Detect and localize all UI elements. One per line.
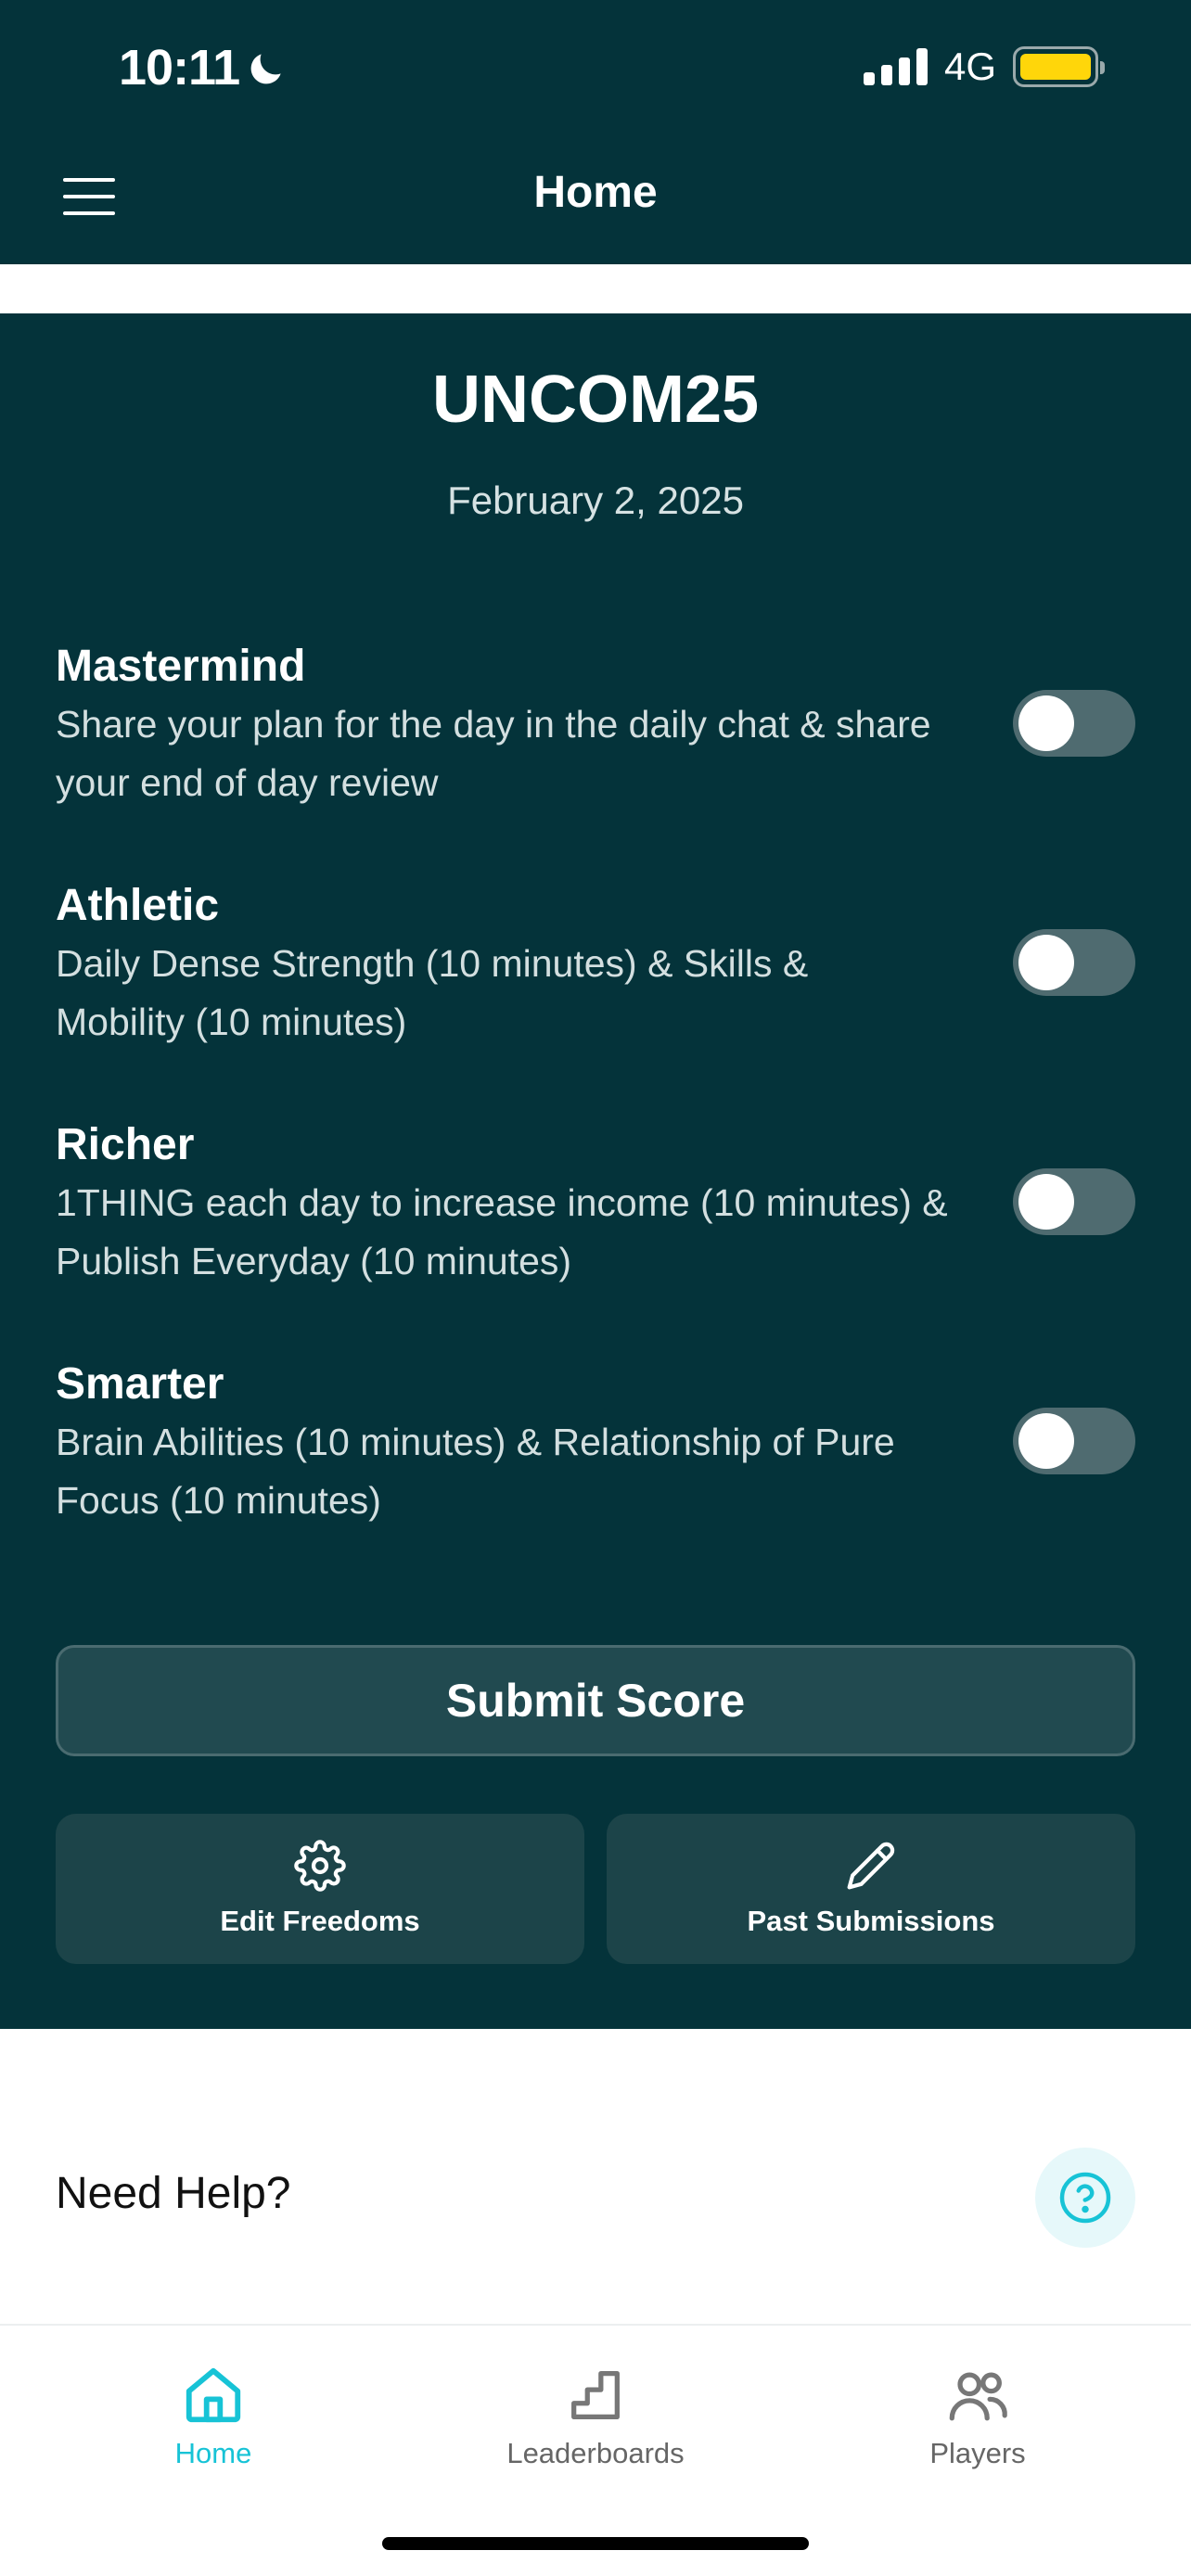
past-submissions-button[interactable]: Past Submissions	[607, 1814, 1135, 1964]
help-section: Need Help?	[0, 2029, 1191, 2324]
habit-name: Mastermind	[56, 642, 306, 691]
home-icon	[186, 2367, 241, 2423]
habit-richer: Richer 1THING each day to increase incom…	[56, 1118, 1135, 1313]
players-icon	[949, 2372, 1007, 2421]
edit-freedoms-button[interactable]: Edit Freedoms	[56, 1814, 584, 1964]
habit-mastermind: Mastermind Share your plan for the day i…	[56, 640, 1135, 835]
pencil-icon	[847, 1842, 895, 1890]
habit-description: 1THING each day to increase income (10 m…	[56, 1181, 948, 1282]
tab-home[interactable]: Home	[74, 2363, 352, 2493]
habit-description: Share your plan for the day in the daily…	[56, 703, 931, 804]
habit-smarter: Smarter Brain Abilities (10 minutes) & R…	[56, 1358, 1135, 1552]
tab-leaderboards-label: Leaderboards	[506, 2437, 685, 2469]
top-bar: 10:11 4G Home	[0, 0, 1191, 264]
question-circle-icon	[1059, 2172, 1111, 2224]
tab-players-label: Players	[929, 2437, 1026, 2469]
status-time: 10:11	[119, 39, 288, 96]
past-submissions-label: Past Submissions	[747, 1905, 995, 1937]
athletic-toggle[interactable]	[1013, 929, 1135, 996]
habit-description: Brain Abilities (10 minutes) & Relations…	[56, 1421, 895, 1522]
habit-athletic: Athletic Daily Dense Strength (10 minute…	[56, 879, 1135, 1074]
battery-icon	[1013, 46, 1105, 87]
challenge-name: UNCOM25	[431, 363, 760, 437]
challenge-date: February 2, 2025	[447, 478, 744, 522]
need-help-label: Need Help?	[56, 2169, 291, 2218]
network-type: 4G	[943, 45, 996, 88]
edit-freedoms-label: Edit Freedoms	[220, 1905, 420, 1937]
habit-name: Richer	[56, 1120, 195, 1169]
habit-name: Smarter	[56, 1359, 224, 1409]
tab-home-label: Home	[174, 2437, 252, 2469]
challenge-card: UNCOM25 February 2, 2025 Mastermind Shar…	[0, 313, 1191, 2029]
status-time-text: 10:11	[119, 40, 240, 96]
habit-description: Daily Dense Strength (10 minutes) & Skil…	[56, 942, 809, 1043]
gear-icon	[294, 1840, 346, 1892]
status-indicators: 4G	[863, 45, 1105, 89]
tab-players[interactable]: Players	[839, 2363, 1117, 2493]
signal-icon	[863, 48, 928, 85]
smarter-toggle[interactable]	[1013, 1408, 1135, 1474]
habit-name: Athletic	[56, 881, 220, 930]
help-button[interactable]	[1035, 2148, 1135, 2248]
moon-icon	[250, 54, 281, 84]
submit-score-button[interactable]: Submit Score	[56, 1645, 1135, 1756]
app-screen: 10:11 4G Home UNCOM25 February 2, 2025 M…	[0, 0, 1191, 2576]
tab-leaderboards[interactable]: Leaderboards	[456, 2363, 735, 2493]
leaderboard-stairs-icon	[571, 2371, 620, 2419]
page-title: Home	[533, 168, 658, 217]
richer-toggle[interactable]	[1013, 1168, 1135, 1235]
home-indicator	[382, 2537, 809, 2550]
bottom-tab-bar: Home Leaderboards Players	[0, 2324, 1191, 2576]
mastermind-toggle[interactable]	[1013, 690, 1135, 757]
